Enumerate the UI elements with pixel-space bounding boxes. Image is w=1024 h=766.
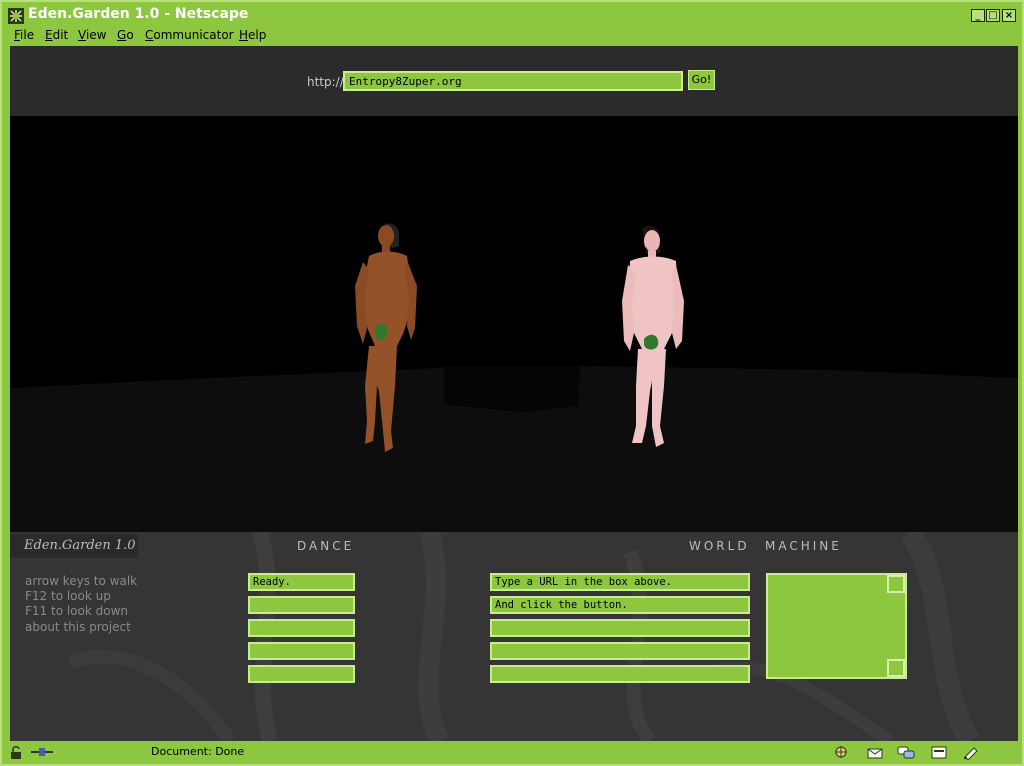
- help-look-up: F12 to look up: [25, 589, 111, 603]
- menu-bar: File Edit View Go Communicator Help: [4, 26, 1020, 46]
- menu-label: dit: [52, 28, 69, 42]
- status-text: Document: Done: [151, 745, 245, 758]
- composer-icon[interactable]: [930, 745, 948, 760]
- navigator-icon[interactable]: [832, 745, 850, 760]
- lock-icon[interactable]: [8, 745, 26, 760]
- menu-view[interactable]: View: [78, 28, 106, 42]
- world-field[interactable]: [490, 619, 750, 637]
- world-floor: [10, 366, 1018, 532]
- machine-scroll-down[interactable]: [887, 659, 905, 677]
- maximize-icon: □: [988, 10, 998, 21]
- page-content: http:// Entropy8Zuper.org Go! Eden.Garde…: [10, 46, 1018, 741]
- url-prefix-label: http://: [307, 75, 344, 89]
- dance-field[interactable]: [248, 619, 355, 637]
- dance-field[interactable]: [248, 642, 355, 660]
- menu-hotkey: E: [45, 28, 53, 42]
- browser-window: Eden.Garden 1.0 - Netscape _ □ × File Ed…: [0, 0, 1024, 766]
- machine-scroll-up[interactable]: [887, 575, 905, 593]
- minimize-icon: _: [975, 10, 981, 21]
- menu-help[interactable]: Help: [239, 28, 266, 42]
- dance-field[interactable]: Ready.: [248, 573, 355, 591]
- adam-avatar[interactable]: [610, 221, 690, 461]
- menu-label: elp: [248, 28, 267, 42]
- help-look-down: F11 to look down: [25, 604, 129, 618]
- world-field[interactable]: And click the button.: [490, 596, 750, 614]
- eve-avatar[interactable]: [345, 216, 425, 466]
- netscape-icon: [8, 8, 24, 24]
- menu-label: ile: [20, 28, 35, 42]
- close-icon: ×: [1004, 10, 1014, 21]
- machine-display[interactable]: [766, 573, 907, 679]
- connection-icon: [31, 748, 53, 756]
- menu-communicator[interactable]: Communicator: [145, 28, 234, 42]
- 3d-world-view[interactable]: [10, 116, 1018, 532]
- menu-label: o: [126, 28, 134, 42]
- menu-label: iew: [85, 28, 107, 42]
- dance-field[interactable]: [248, 596, 355, 614]
- app-logo: Eden.Garden 1.0: [10, 534, 138, 558]
- menu-edit[interactable]: Edit: [45, 28, 68, 42]
- window-title: Eden.Garden 1.0 - Netscape: [28, 6, 249, 22]
- status-bar: Document: Done: [4, 742, 1022, 764]
- dance-field[interactable]: [248, 665, 355, 683]
- maximize-button[interactable]: □: [986, 9, 1000, 22]
- about-project-link[interactable]: about this project: [25, 620, 131, 634]
- menu-go[interactable]: Go: [117, 28, 134, 42]
- discussion-icon[interactable]: [897, 745, 915, 760]
- menu-label: ommunicator: [153, 28, 234, 42]
- machine-heading: MACHINE: [765, 539, 842, 553]
- title-bar[interactable]: Eden.Garden 1.0 - Netscape _ □ ×: [4, 4, 1020, 28]
- menu-hotkey: G: [117, 28, 127, 42]
- control-panel: Eden.Garden 1.0 DANCE WORLD MACHINE arro…: [10, 532, 1018, 741]
- world-field[interactable]: [490, 642, 750, 660]
- url-input[interactable]: Entropy8Zuper.org: [343, 71, 683, 91]
- url-bar: http:// Entropy8Zuper.org Go!: [10, 46, 1018, 116]
- world-field[interactable]: [490, 665, 750, 683]
- minimize-button[interactable]: _: [971, 9, 985, 22]
- menu-hotkey: H: [239, 28, 249, 42]
- dance-heading: DANCE: [297, 539, 355, 553]
- security-icon[interactable]: [962, 745, 980, 760]
- menu-file[interactable]: File: [14, 28, 34, 42]
- go-button[interactable]: Go!: [688, 70, 715, 90]
- menu-hotkey: V: [78, 28, 86, 42]
- mail-icon[interactable]: [866, 745, 884, 760]
- close-button[interactable]: ×: [1002, 9, 1016, 22]
- help-walk: arrow keys to walk: [25, 574, 138, 588]
- world-field[interactable]: Type a URL in the box above.: [490, 573, 750, 591]
- world-heading: WORLD: [689, 539, 750, 553]
